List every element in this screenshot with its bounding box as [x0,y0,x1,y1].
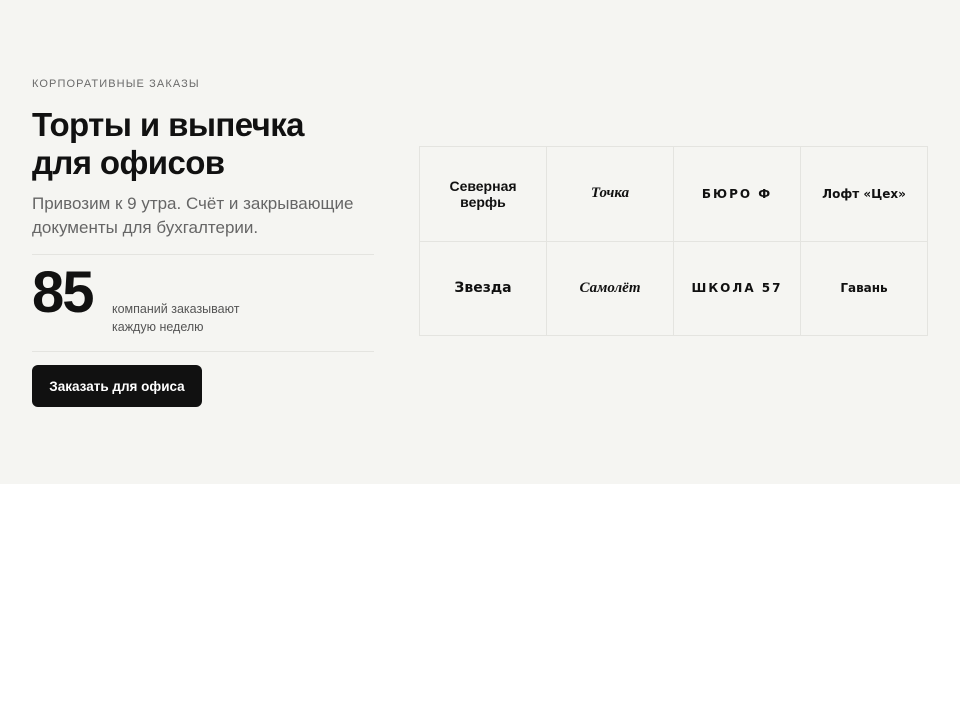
client-logo-text: Северная [449,177,517,194]
client-logo-text: верфь [460,193,506,210]
client-logo-samolet: Самолёт [547,241,674,336]
client-logo-zvezda: Звезда [420,241,547,336]
section-eyebrow: КОРПОРАТИВНЫЕ ЗАКАЗЫ [32,78,200,90]
client-logo-shkola-57: ШКОЛА 57 [674,241,801,336]
client-logo-text: Самолёт [579,279,641,296]
corporate-orders-section: КОРПОРАТИВНЫЕ ЗАКАЗЫ Торты и выпечка для… [0,0,960,484]
client-logo-text: Лофт «Цех» [822,186,906,201]
client-logo-text: ШКОЛА 57 [691,281,783,296]
client-logo-severnaya-verf: Северная верфь [420,147,547,242]
client-logo-tochka: Точка [547,147,674,242]
client-logo-buro-f: БЮРО Ф [674,147,801,242]
stat-divider-bottom [32,351,374,352]
title-line-1: Торты и выпечка [32,106,304,143]
hero-subtitle: Привозим к 9 утра. Счёт и закрывающие до… [32,192,374,240]
subtitle-line-2: документы для бухгалтерии. [32,218,259,237]
subtitle-line-1: Привозим к 9 утра. Счёт и закрывающие [32,194,354,213]
client-logo-gavan: Гавань [801,241,928,336]
page-title: Торты и выпечка для офисов [32,106,372,182]
client-logo-text: Гавань [840,281,888,296]
client-logos-grid: Северная верфь Точка БЮРО Ф Лофт «Цех» З… [419,146,928,336]
stat-caption-line-2: каждую неделю [112,320,204,334]
title-line-2: для офисов [32,144,225,181]
order-for-office-button[interactable]: Заказать для офиса [32,365,202,407]
stat-value: 85 [32,260,94,325]
stat-divider-top [32,254,374,255]
stat-caption-line-1: компаний заказывают [112,302,240,316]
stat-caption: компаний заказывают каждую неделю [112,300,239,336]
client-logo-text: БЮРО Ф [701,186,773,201]
client-logo-loft-tseh: Лофт «Цех» [801,147,928,242]
client-logo-text: Точка [590,185,630,202]
client-logo-text: Звезда [454,280,512,297]
